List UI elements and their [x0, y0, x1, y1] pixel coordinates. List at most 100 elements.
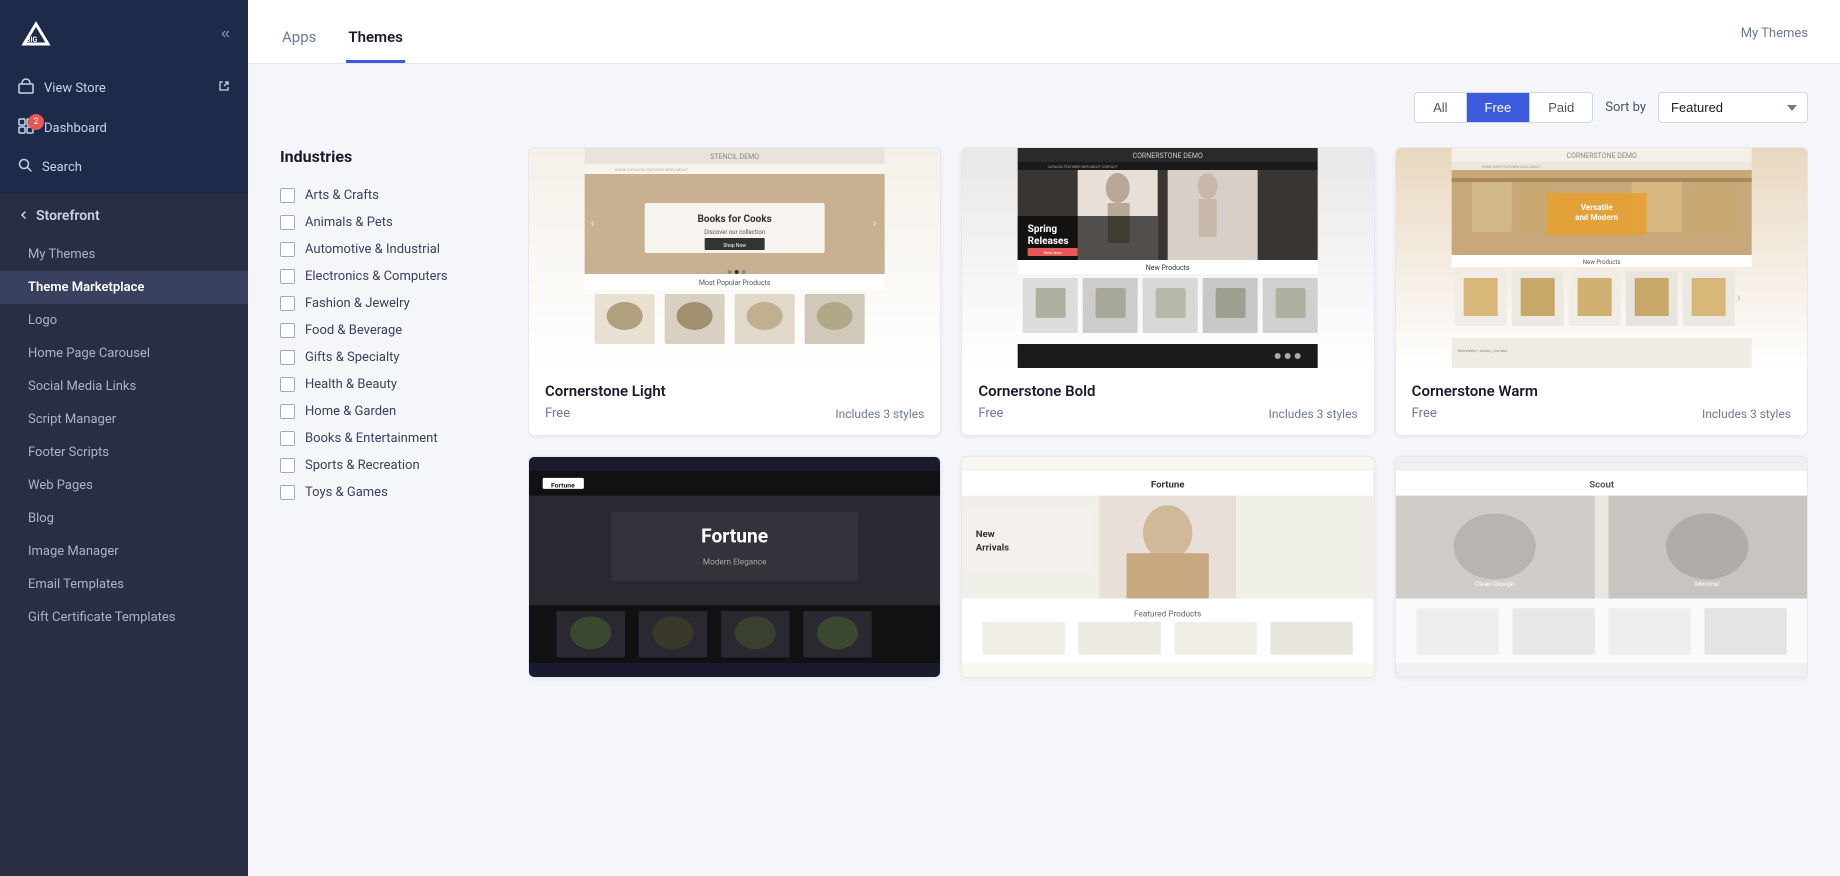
themes-grid-wrap: STENCIL DEMO HOME CATALOG FEATURED NEW A… — [528, 147, 1808, 848]
svg-text:Shop Now: Shop Now — [1044, 250, 1062, 255]
industry-food[interactable]: Food & Beverage — [280, 317, 500, 344]
search-icon — [18, 158, 32, 176]
theme-card-cornerstone-warm[interactable]: CORNERSTONE DEMO HOME SHOP FEATURED SALE… — [1395, 147, 1808, 436]
industry-label-animals-pets: Animals & Pets — [305, 215, 393, 230]
two-col-layout: Industries Arts & Crafts Animals & Pets … — [280, 147, 1808, 848]
theme-styles-cornerstone-bold: Includes 3 styles — [1269, 407, 1358, 421]
svg-text:Clean Design: Clean Design — [1474, 580, 1514, 588]
industry-home-garden[interactable]: Home & Garden — [280, 398, 500, 425]
sidebar-item-blog[interactable]: Blog — [0, 502, 248, 535]
svg-text:Books for Cooks: Books for Cooks — [698, 214, 772, 225]
svg-text:New: New — [976, 529, 995, 540]
filter-all-button[interactable]: All — [1415, 93, 1466, 122]
industry-label-fashion: Fashion & Jewelry — [305, 296, 410, 311]
theme-card-cornerstone-light[interactable]: STENCIL DEMO HOME CATALOG FEATURED NEW A… — [528, 147, 941, 436]
theme-card-cornerstone-bold[interactable]: CORNERSTONE DEMO CATALOG FEATURED NEW AB… — [961, 147, 1374, 436]
industry-books[interactable]: Books & Entertainment — [280, 425, 500, 452]
sidebar-item-email-templates[interactable]: Email Templates — [0, 568, 248, 601]
filter-bar: All Free Paid Sort by Featured Newest Pr… — [280, 92, 1808, 123]
svg-text:Releases: Releases — [1028, 236, 1069, 247]
sidebar-header: BIG « — [0, 0, 248, 68]
sidebar-item-script-manager[interactable]: Script Manager — [0, 403, 248, 436]
dashboard-badge: 2 — [28, 114, 44, 130]
sidebar: BIG « View Store 2 Dashboard Search — [0, 0, 248, 876]
theme-price-cornerstone-bold: Free — [978, 406, 1003, 421]
content-area: All Free Paid Sort by Featured Newest Pr… — [248, 64, 1840, 876]
industry-arts-crafts[interactable]: Arts & Crafts — [280, 182, 500, 209]
industry-checkbox-toys[interactable] — [280, 485, 295, 500]
svg-text:Newsletter | About | Conta: Newsletter | About | Contact — [1457, 348, 1507, 353]
industry-sports[interactable]: Sports & Recreation — [280, 452, 500, 479]
theme-card-fortune-dark[interactable]: Fortune Fortune Modern Elegance — [528, 456, 941, 678]
industry-checkbox-food[interactable] — [280, 323, 295, 338]
industry-checkbox-home-garden[interactable] — [280, 404, 295, 419]
industry-animals-pets[interactable]: Animals & Pets — [280, 209, 500, 236]
storefront-section-header[interactable]: Storefront — [0, 194, 248, 238]
theme-card-fortune-alt[interactable]: Scout Clean Design Minimal — [1395, 456, 1808, 678]
theme-meta-cornerstone-light: Free Includes 3 styles — [545, 406, 924, 421]
industry-label-health: Health & Beauty — [305, 377, 397, 392]
filter-free-button[interactable]: Free — [1467, 93, 1531, 122]
industry-checkbox-fashion[interactable] — [280, 296, 295, 311]
industry-checkbox-automotive[interactable] — [280, 242, 295, 257]
industry-checkbox-sports[interactable] — [280, 458, 295, 473]
industry-checkbox-health[interactable] — [280, 377, 295, 392]
theme-styles-cornerstone-light: Includes 3 styles — [835, 407, 924, 421]
industry-label-books: Books & Entertainment — [305, 431, 438, 446]
tab-themes[interactable]: Themes — [346, 28, 404, 63]
view-store-item[interactable]: View Store — [0, 68, 248, 108]
theme-preview-svg: STENCIL DEMO HOME CATALOG FEATURED NEW A… — [529, 148, 940, 368]
sidebar-item-social-media-links[interactable]: Social Media Links — [0, 370, 248, 403]
sidebar-item-gift-certificate-templates[interactable]: Gift Certificate Templates — [0, 601, 248, 634]
top-nav: Apps Themes My Themes — [248, 0, 1840, 64]
themes-grid: STENCIL DEMO HOME CATALOG FEATURED NEW A… — [528, 147, 1808, 678]
tab-apps[interactable]: Apps — [280, 28, 318, 63]
sort-select[interactable]: Featured Newest Price: Low to High Price… — [1658, 92, 1808, 123]
sidebar-nav: My Themes Theme Marketplace Logo Home Pa… — [0, 238, 248, 634]
svg-text:‹: ‹ — [591, 216, 595, 230]
chevron-left-icon — [18, 208, 28, 224]
search-label: Search — [42, 160, 82, 175]
theme-meta-cornerstone-bold: Free Includes 3 styles — [978, 406, 1357, 421]
sidebar-item-theme-marketplace[interactable]: Theme Marketplace — [0, 271, 248, 304]
sidebar-item-logo[interactable]: Logo — [0, 304, 248, 337]
industry-electronics[interactable]: Electronics & Computers — [280, 263, 500, 290]
svg-text:New Products: New Products — [1583, 259, 1621, 266]
theme-name-cornerstone-light: Cornerstone Light — [545, 382, 924, 400]
filter-paid-button[interactable]: Paid — [1530, 93, 1592, 122]
theme-preview-fortune-light: Fortune New Arrivals — [962, 457, 1373, 677]
industries-panel: Industries Arts & Crafts Animals & Pets … — [280, 147, 500, 848]
sidebar-item-my-themes[interactable]: My Themes — [0, 238, 248, 271]
industry-checkbox-electronics[interactable] — [280, 269, 295, 284]
industry-label-home-garden: Home & Garden — [305, 404, 396, 419]
industry-fashion[interactable]: Fashion & Jewelry — [280, 290, 500, 317]
industry-label-gifts: Gifts & Specialty — [305, 350, 400, 365]
industry-checkbox-gifts[interactable] — [280, 350, 295, 365]
industry-automotive[interactable]: Automotive & Industrial — [280, 236, 500, 263]
my-themes-link[interactable]: My Themes — [1741, 26, 1808, 63]
dashboard-item[interactable]: 2 Dashboard — [0, 108, 248, 148]
industry-checkbox-arts-crafts[interactable] — [280, 188, 295, 203]
sidebar-item-footer-scripts[interactable]: Footer Scripts — [0, 436, 248, 469]
svg-text:and Modern: and Modern — [1575, 213, 1619, 222]
external-link-icon — [218, 80, 230, 96]
sidebar-item-web-pages[interactable]: Web Pages — [0, 469, 248, 502]
industry-gifts[interactable]: Gifts & Specialty — [280, 344, 500, 371]
sidebar-collapse-button[interactable]: « — [221, 25, 230, 43]
svg-text:Featured Products: Featured Products — [1134, 609, 1201, 619]
sidebar-item-home-page-carousel[interactable]: Home Page Carousel — [0, 337, 248, 370]
sidebar-item-image-manager[interactable]: Image Manager — [0, 535, 248, 568]
svg-text:Most Popular Products: Most Popular Products — [699, 279, 771, 287]
industry-checkbox-books[interactable] — [280, 431, 295, 446]
industries-title: Industries — [280, 147, 500, 166]
industry-checkbox-animals-pets[interactable] — [280, 215, 295, 230]
main-content: Apps Themes My Themes All Free Paid Sort… — [248, 0, 1840, 876]
theme-preview-cornerstone-warm: CORNERSTONE DEMO HOME SHOP FEATURED SALE… — [1396, 148, 1807, 368]
theme-price-cornerstone-light: Free — [545, 406, 570, 421]
theme-card-fortune-light[interactable]: Fortune New Arrivals — [961, 456, 1374, 678]
theme-preview-svg-bold: CORNERSTONE DEMO CATALOG FEATURED NEW AB… — [962, 148, 1373, 368]
industry-label-electronics: Electronics & Computers — [305, 269, 448, 284]
industry-toys[interactable]: Toys & Games — [280, 479, 500, 506]
search-item[interactable]: Search — [0, 148, 248, 186]
industry-health[interactable]: Health & Beauty — [280, 371, 500, 398]
